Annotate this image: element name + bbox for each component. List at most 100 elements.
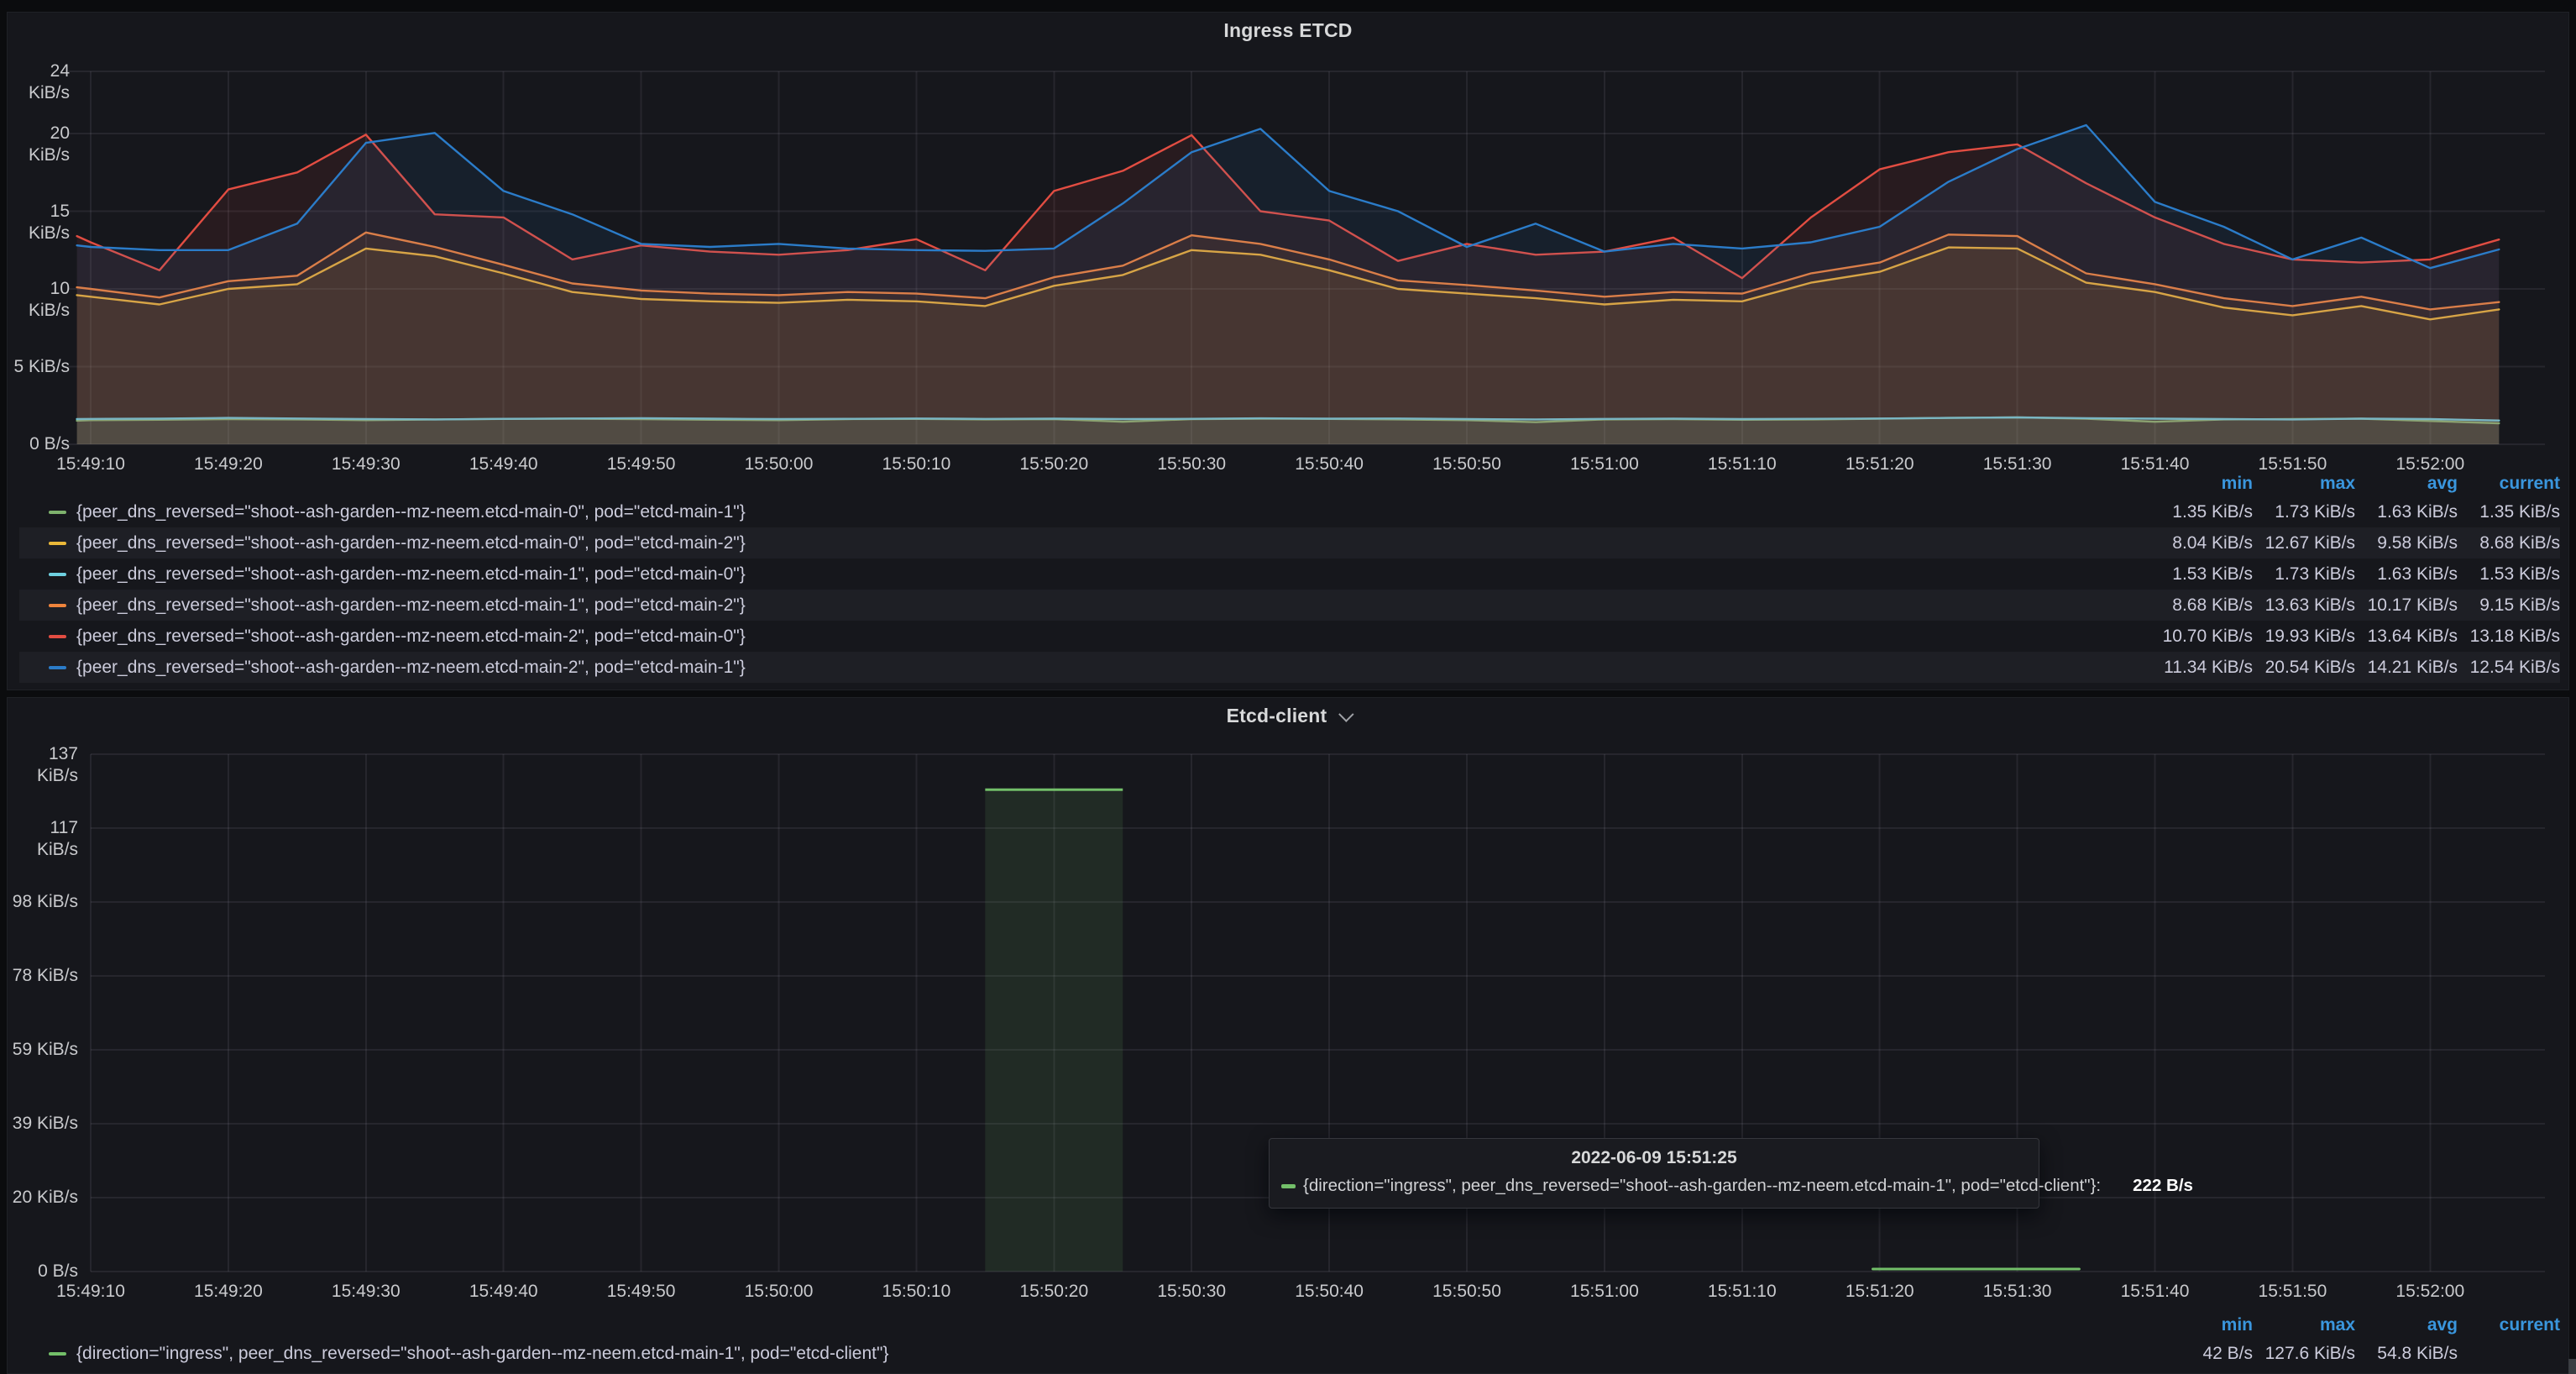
legend-max-value: 12.67 KiB/s [2253,533,2355,553]
tooltip-series-dash [1281,1184,1296,1188]
legend-max-value: 13.63 KiB/s [2253,595,2355,616]
y-tick-label: 137 KiB/s [8,743,78,765]
series-color-dash [49,511,66,514]
y-tick-label: 0 B/s [8,1261,78,1282]
legend-series-label[interactable]: {peer_dns_reversed="shoot--ash-garden--m… [76,533,2150,553]
panel-etcd-client: Etcd-client 2022-06-09 15:51:25 {directi… [7,697,2569,1374]
legend-sort-avg[interactable]: avg [2355,474,2458,494]
y-tick-label: 59 KiB/s [8,1039,78,1061]
legend-series-label[interactable]: {peer_dns_reversed="shoot--ash-garden--m… [76,502,2150,522]
panel-ingress-etcd: Ingress ETCD 24 KiB/s20 KiB/s15 KiB/s10 … [7,12,2569,690]
x-tick-label: 15:51:20 [1809,1282,1951,1302]
scrollbar-corner[interactable] [2568,1359,2576,1374]
x-tick-label: 15:50:10 [845,1282,987,1302]
legend-row: {direction="ingress", peer_dns_reversed=… [19,1338,2560,1369]
tooltip-timestamp: 2022-06-09 15:51:25 [1270,1148,2039,1168]
legend-sort-min[interactable]: min [2150,474,2253,494]
series-fill-5 [77,125,2500,444]
chart-tooltip: 2022-06-09 15:51:25 {direction="ingress"… [1269,1138,2039,1209]
series-color-dash [49,573,66,576]
tooltip-series-row: {direction="ingress", peer_dns_reversed=… [1281,1176,2024,1196]
y-tick-label: 39 KiB/s [8,1113,78,1135]
grafana-dashboard: { "colors": { "page_bg": "#0b0c0e", "pan… [0,0,2576,1374]
x-tick-label: 15:49:30 [295,1282,437,1302]
legend-sort-current[interactable]: current [2458,474,2560,494]
legend-series-label[interactable]: {peer_dns_reversed="shoot--ash-garden--m… [76,564,2150,585]
legend-min-value: 8.68 KiB/s [2150,595,2253,616]
x-tick-label: 15:49:10 [19,1282,162,1302]
legend-row: {peer_dns_reversed="shoot--ash-garden--m… [19,527,2560,559]
legend-row: {peer_dns_reversed="shoot--ash-garden--m… [19,652,2560,683]
series-color-dash [49,1352,66,1356]
tooltip-series-label: {direction="ingress", peer_dns_reversed=… [1303,1176,2101,1196]
legend-sort-min[interactable]: min [2150,1315,2253,1335]
legend-header-row: minmaxavgcurrent [19,1313,2560,1338]
series-color-dash [49,666,66,669]
legend-row: {peer_dns_reversed="shoot--ash-garden--m… [19,621,2560,652]
legend-avg-value: 9.58 KiB/s [2355,533,2458,553]
legend-current-value: 13.18 KiB/s [2458,627,2560,647]
legend-max-value: 1.73 KiB/s [2253,564,2355,585]
legend-series-label[interactable]: {peer_dns_reversed="shoot--ash-garden--m… [76,627,2150,647]
series-color-dash [49,635,66,638]
legend-series-label[interactable]: {peer_dns_reversed="shoot--ash-garden--m… [76,658,2150,678]
legend-min-value: 1.35 KiB/s [2150,502,2253,522]
legend-current-value: 1.35 KiB/s [2458,502,2560,522]
y-tick-label: 117 KiB/s [8,817,78,839]
legend-table: minmaxavgcurrent {direction="ingress", pe… [8,1313,2568,1369]
x-tick-label: 15:50:00 [708,1282,851,1302]
legend-row: {peer_dns_reversed="shoot--ash-garden--m… [19,496,2560,527]
legend-min-value: 10.70 KiB/s [2150,627,2253,647]
legend-avg-value: 1.63 KiB/s [2355,564,2458,585]
x-tick-label: 15:50:30 [1120,1282,1263,1302]
legend-avg-value: 54.8 KiB/s [2355,1344,2458,1364]
x-tick-label: 15:51:50 [2221,1282,2364,1302]
legend-min-value: 11.34 KiB/s [2150,658,2253,678]
series-color-dash [49,542,66,545]
x-tick-label: 15:50:40 [1258,1282,1401,1302]
etcd-client-chart[interactable] [8,698,2568,1373]
x-tick-label: 15:49:50 [570,1282,713,1302]
y-tick-label: 24 KiB/s [8,60,70,82]
legend-sort-max[interactable]: max [2253,474,2355,494]
x-tick-label: 15:50:20 [982,1282,1125,1302]
x-tick-label: 15:52:00 [2359,1282,2501,1302]
legend-max-value: 20.54 KiB/s [2253,658,2355,678]
x-tick-label: 15:49:40 [432,1282,575,1302]
legend-current-value: 9.15 KiB/s [2458,595,2560,616]
x-tick-label: 15:51:30 [1946,1282,2089,1302]
legend-sort-current[interactable]: current [2458,1315,2560,1335]
legend-row: {peer_dns_reversed="shoot--ash-garden--m… [19,559,2560,590]
legend-max-value: 1.73 KiB/s [2253,502,2355,522]
y-tick-label: 98 KiB/s [8,891,78,913]
legend-sort-avg[interactable]: avg [2355,1315,2458,1335]
legend-avg-value: 1.63 KiB/s [2355,502,2458,522]
x-tick-label: 15:51:10 [1671,1282,1814,1302]
x-tick-label: 15:49:20 [157,1282,300,1302]
tooltip-series-value: 222 B/s [2133,1176,2193,1196]
legend-header-row: minmaxavgcurrent [19,471,2560,496]
legend-row: {peer_dns_reversed="shoot--ash-garden--m… [19,590,2560,621]
y-tick-label: 10 KiB/s [8,278,70,300]
legend-min-value: 1.53 KiB/s [2150,564,2253,585]
y-tick-label: 5 KiB/s [8,356,70,378]
legend-series-label[interactable]: {peer_dns_reversed="shoot--ash-garden--m… [76,595,2150,616]
x-tick-label: 15:50:50 [1395,1282,1538,1302]
x-tick-label: 15:51:00 [1533,1282,1676,1302]
legend-current-value: 1.53 KiB/s [2458,564,2560,585]
legend-max-value: 127.6 KiB/s [2253,1344,2355,1364]
legend-avg-value: 14.21 KiB/s [2355,658,2458,678]
legend-max-value: 19.93 KiB/s [2253,627,2355,647]
legend-avg-value: 13.64 KiB/s [2355,627,2458,647]
legend-series-label[interactable]: {direction="ingress", peer_dns_reversed=… [76,1344,2150,1364]
y-tick-label: 15 KiB/s [8,201,70,223]
y-tick-label: 78 KiB/s [8,965,78,987]
legend-sort-max[interactable]: max [2253,1315,2355,1335]
legend-avg-value: 10.17 KiB/s [2355,595,2458,616]
legend-current-value: 12.54 KiB/s [2458,658,2560,678]
bar-fill-0 [985,789,1123,1272]
series-color-dash [49,604,66,607]
x-tick-label: 15:51:40 [2084,1282,2227,1302]
legend-table: minmaxavgcurrent {peer_dns_reversed="shoo… [8,471,2568,683]
legend-min-value: 42 B/s [2150,1344,2253,1364]
